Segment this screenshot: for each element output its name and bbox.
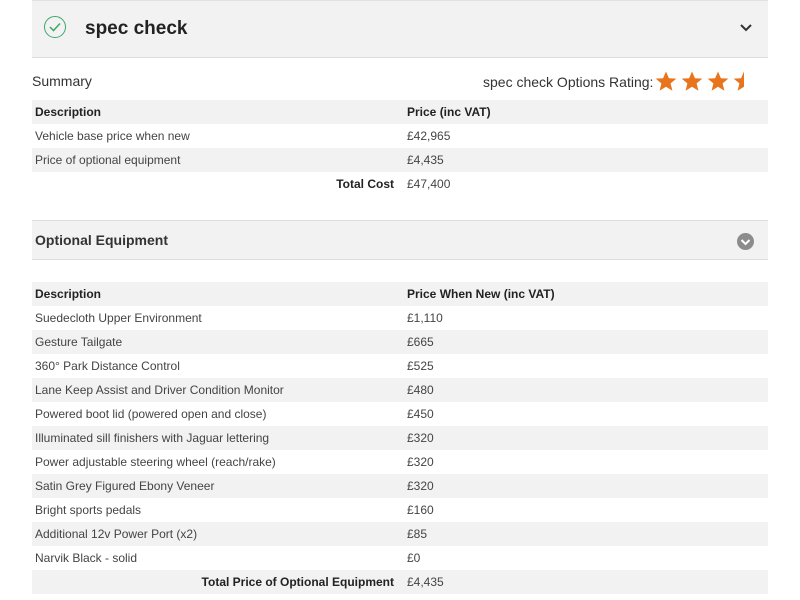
total-optional-value: £4,435 [402,570,768,594]
table-header-row: Description Price When New (inc VAT) [32,282,768,306]
table-row: 360° Park Distance Control £525 [32,354,768,378]
item-price: £160 [402,498,768,522]
item-price: £480 [402,378,768,402]
item-description: Powered boot lid (powered open and close… [32,402,402,426]
row-price: £4,435 [402,148,768,172]
section-title: Optional Equipment [35,232,168,248]
table-row: Gesture Tailgate £665 [32,330,768,354]
total-optional-label: Total Price of Optional Equipment [32,570,402,594]
column-header-description: Description [32,100,402,124]
item-description: Bright sports pedals [32,498,402,522]
chevron-down-icon[interactable] [738,21,754,33]
item-price: £1,110 [402,306,768,330]
column-header-price: Price (inc VAT) [402,100,768,124]
chevron-down-circle-icon[interactable] [737,233,754,250]
summary-label: Summary [32,73,92,89]
total-cost-value: £47,400 [402,172,768,196]
row-description: Vehicle base price when new [32,124,402,148]
table-row: Price of optional equipment £4,435 [32,148,768,172]
star-icon [654,70,678,94]
check-circle-icon [44,16,66,38]
rating-label: spec check Options Rating: [483,74,653,90]
table-row: Suedecloth Upper Environment £1,110 [32,306,768,330]
item-description: Illuminated sill finishers with Jaguar l… [32,426,402,450]
table-row: Satin Grey Figured Ebony Veneer £320 [32,474,768,498]
column-header-price: Price When New (inc VAT) [402,282,768,306]
optional-equipment-header[interactable]: Optional Equipment [32,220,768,260]
star-icon [706,70,730,94]
table-row: Power adjustable steering wheel (reach/r… [32,450,768,474]
item-price: £0 [402,546,768,570]
row-description: Price of optional equipment [32,148,402,172]
total-row: Total Cost £47,400 [32,172,768,196]
item-description: Satin Grey Figured Ebony Veneer [32,474,402,498]
optional-equipment-table: Description Price When New (inc VAT) Sue… [32,282,768,594]
total-row: Total Price of Optional Equipment £4,435 [32,570,768,594]
item-description: Narvik Black - solid [32,546,402,570]
table-row: Lane Keep Assist and Driver Condition Mo… [32,378,768,402]
item-description: Additional 12v Power Port (x2) [32,522,402,546]
table-row: Vehicle base price when new £42,965 [32,124,768,148]
item-description: Power adjustable steering wheel (reach/r… [32,450,402,474]
item-price: £320 [402,450,768,474]
table-row: Illuminated sill finishers with Jaguar l… [32,426,768,450]
item-description: 360° Park Distance Control [32,354,402,378]
table-row: Additional 12v Power Port (x2) £85 [32,522,768,546]
star-icon [680,70,704,94]
item-price: £85 [402,522,768,546]
table-header-row: Description Price (inc VAT) [32,100,768,124]
item-price: £320 [402,474,768,498]
row-price: £42,965 [402,124,768,148]
item-price: £320 [402,426,768,450]
item-price: £525 [402,354,768,378]
panel-title: spec check [85,18,187,40]
total-cost-label: Total Cost [32,172,402,196]
item-price: £665 [402,330,768,354]
item-price: £450 [402,402,768,426]
item-description: Lane Keep Assist and Driver Condition Mo… [32,378,402,402]
table-row: Narvik Black - solid £0 [32,546,768,570]
half-star-icon [732,70,756,94]
table-row: Powered boot lid (powered open and close… [32,402,768,426]
table-row: Bright sports pedals £160 [32,498,768,522]
summary-table: Description Price (inc VAT) Vehicle base… [32,100,768,196]
item-description: Suedecloth Upper Environment [32,306,402,330]
item-description: Gesture Tailgate [32,330,402,354]
rating-stars [654,70,756,94]
column-header-description: Description [32,282,402,306]
spec-check-panel-header[interactable]: spec check [32,0,768,58]
